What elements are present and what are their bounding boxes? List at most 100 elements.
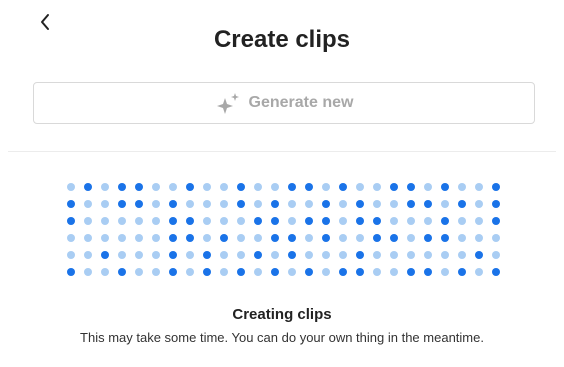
loading-dot xyxy=(475,183,483,191)
loading-dot xyxy=(458,200,466,208)
loading-dot xyxy=(288,183,296,191)
generate-new-button[interactable]: Generate new xyxy=(33,82,535,124)
loading-dot xyxy=(169,183,177,191)
loading-dot xyxy=(322,217,330,225)
loading-dot xyxy=(118,200,126,208)
loading-dot xyxy=(84,234,92,242)
loading-dot xyxy=(492,268,500,276)
loading-dot xyxy=(288,200,296,208)
loading-dot xyxy=(203,200,211,208)
loading-dot xyxy=(254,200,262,208)
loading-dot xyxy=(492,251,500,259)
loading-dot xyxy=(254,234,262,242)
loading-dot xyxy=(67,251,75,259)
loading-dot xyxy=(407,200,415,208)
loading-dot xyxy=(101,200,109,208)
loading-dot xyxy=(441,251,449,259)
loading-dot xyxy=(118,217,126,225)
loading-dot xyxy=(101,268,109,276)
loading-dot xyxy=(390,183,398,191)
loading-dot xyxy=(101,217,109,225)
loading-dot xyxy=(118,183,126,191)
loading-dot xyxy=(67,183,75,191)
loading-dot xyxy=(424,217,432,225)
loading-dot xyxy=(186,200,194,208)
loading-dot xyxy=(271,251,279,259)
loading-dot xyxy=(203,251,211,259)
loading-dot xyxy=(492,234,500,242)
loading-dot xyxy=(67,268,75,276)
loading-dot xyxy=(458,251,466,259)
loading-dot xyxy=(169,200,177,208)
loading-dot xyxy=(152,268,160,276)
loading-dot xyxy=(152,251,160,259)
loading-dot xyxy=(441,234,449,242)
loading-dot xyxy=(441,200,449,208)
loading-dot xyxy=(135,183,143,191)
loading-dot xyxy=(390,251,398,259)
loading-dot xyxy=(475,234,483,242)
loading-dot xyxy=(424,183,432,191)
loading-dot xyxy=(186,183,194,191)
loading-dot xyxy=(441,268,449,276)
loading-dot xyxy=(339,217,347,225)
loading-dot xyxy=(186,268,194,276)
loading-dot xyxy=(67,200,75,208)
loading-dot xyxy=(424,268,432,276)
loading-dot xyxy=(390,217,398,225)
loading-dot xyxy=(220,268,228,276)
loading-dot xyxy=(118,234,126,242)
loading-dot xyxy=(220,217,228,225)
loading-dot xyxy=(135,200,143,208)
loading-dot xyxy=(458,268,466,276)
loading-dot xyxy=(458,217,466,225)
loading-dot xyxy=(152,234,160,242)
loading-dot xyxy=(475,251,483,259)
loading-dot xyxy=(407,251,415,259)
loading-dot xyxy=(237,217,245,225)
loading-dot xyxy=(322,268,330,276)
loading-dot xyxy=(271,234,279,242)
loading-dot xyxy=(254,217,262,225)
loading-dot xyxy=(67,234,75,242)
loading-dot xyxy=(373,183,381,191)
loading-dot xyxy=(339,234,347,242)
loading-dot xyxy=(152,200,160,208)
loading-dot xyxy=(237,200,245,208)
loading-dot xyxy=(356,200,364,208)
loading-dot xyxy=(475,200,483,208)
divider xyxy=(8,151,556,152)
loading-dot xyxy=(84,183,92,191)
loading-dot xyxy=(135,234,143,242)
loading-dot xyxy=(254,251,262,259)
loading-dot xyxy=(152,217,160,225)
loading-dot xyxy=(169,234,177,242)
loading-dot xyxy=(305,183,313,191)
loading-dot xyxy=(373,268,381,276)
loading-dot xyxy=(84,200,92,208)
loading-dot xyxy=(339,268,347,276)
loading-dot xyxy=(220,234,228,242)
loading-dot xyxy=(305,217,313,225)
loading-dot xyxy=(373,234,381,242)
loading-dot xyxy=(135,268,143,276)
loading-dot xyxy=(118,251,126,259)
loading-dot xyxy=(407,217,415,225)
loading-dot xyxy=(305,268,313,276)
loading-dot xyxy=(186,217,194,225)
loading-dot xyxy=(441,183,449,191)
loading-dot xyxy=(356,251,364,259)
loading-dot xyxy=(203,183,211,191)
loading-dot xyxy=(373,200,381,208)
loading-dot xyxy=(288,268,296,276)
loading-dot xyxy=(169,268,177,276)
loading-dot xyxy=(101,234,109,242)
status-title: Creating clips xyxy=(232,306,332,323)
loading-dot xyxy=(356,234,364,242)
loading-dot xyxy=(458,183,466,191)
loading-dot xyxy=(458,234,466,242)
loading-dot xyxy=(186,251,194,259)
loading-dot xyxy=(271,268,279,276)
loading-dot xyxy=(322,200,330,208)
loading-dot xyxy=(492,200,500,208)
